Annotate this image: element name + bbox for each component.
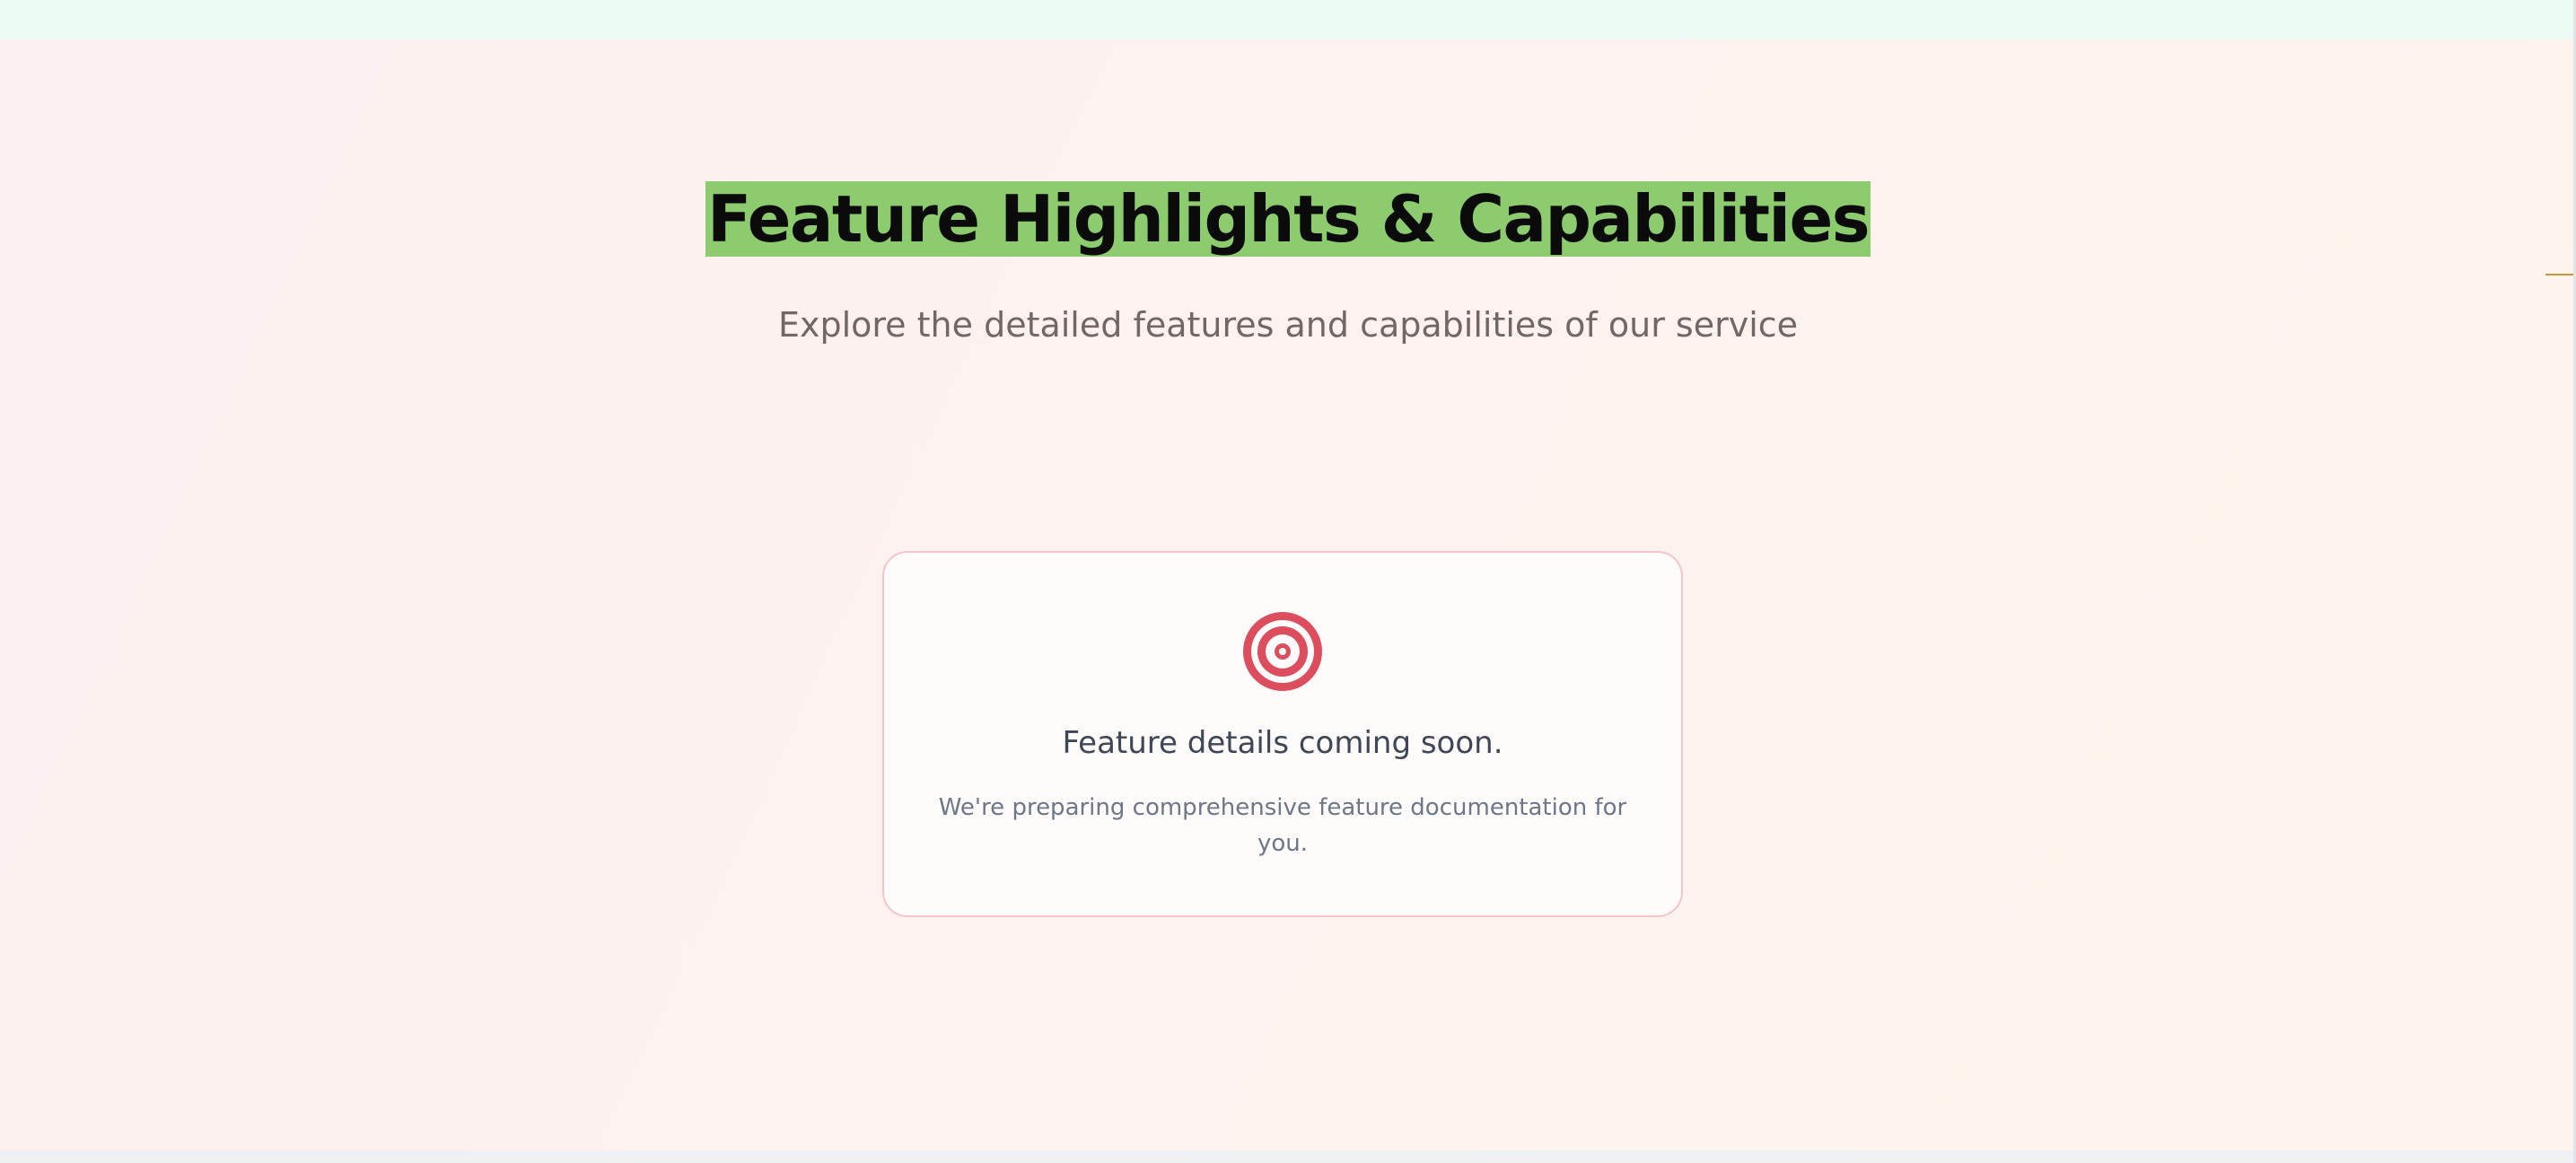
- page-title: Feature Highlights & Capabilities: [705, 181, 1871, 257]
- card-message: We're preparing comprehensive feature do…: [938, 794, 1627, 857]
- page-subtitle: Explore the detailed features and capabi…: [777, 305, 1799, 345]
- coming-soon-card: Feature details coming soon. We're prepa…: [882, 551, 1683, 917]
- bottom-band: [0, 1150, 2576, 1163]
- card-heading: Feature details coming soon.: [1062, 725, 1503, 761]
- edge-marker: [2545, 274, 2576, 275]
- target-icon: [1243, 612, 1322, 691]
- page-title-wrapper: Feature Highlights & Capabilities: [0, 181, 2576, 257]
- top-band: [0, 0, 2576, 39]
